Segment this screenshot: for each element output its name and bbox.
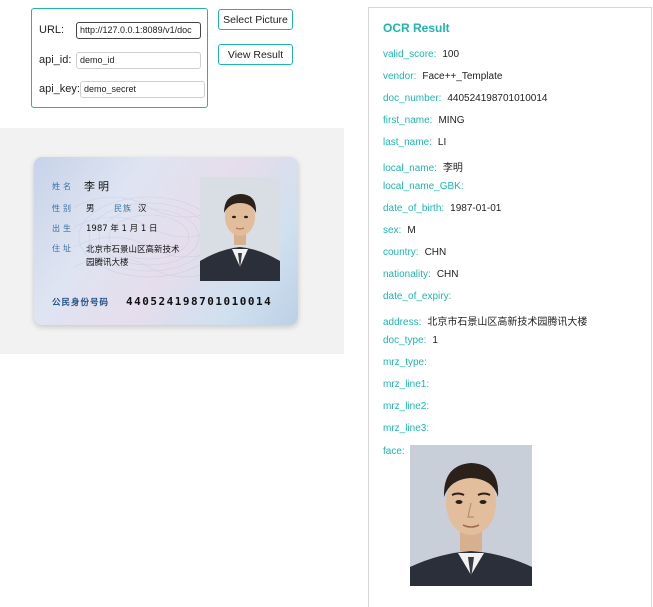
result-key: mrz_type: <box>383 357 427 368</box>
face-photo <box>410 445 532 586</box>
result-row-nationality: nationality: CHN <box>383 269 458 280</box>
result-row-doc-number: doc_number: 440524198701010014 <box>383 93 547 104</box>
result-row-local-name-gbk: local_name_GBK: <box>383 181 470 192</box>
id-card-image: 姓名 李明 性别 男 民族 汉 出生 1987 年 1 月 1 日 住址 北京市… <box>0 128 344 354</box>
card-sex-label: 性别 <box>52 204 74 213</box>
result-row-mrz-line2: mrz_line2: <box>383 401 435 412</box>
select-picture-button[interactable]: Select Picture <box>218 9 293 30</box>
result-row-first-name: first_name: MING <box>383 115 465 126</box>
result-key: mrz_line1: <box>383 379 430 390</box>
result-value: 1 <box>432 335 438 346</box>
result-key: country: <box>383 247 419 258</box>
result-key: date_of_expiry: <box>383 291 452 302</box>
result-key: local_name: <box>383 163 437 174</box>
card-birth-value: 1987 年 1 月 1 日 <box>86 224 158 234</box>
result-value: 北京市石景山区高新技术园腾讯大楼 <box>427 317 588 328</box>
api-key-label: api_key: <box>39 83 80 95</box>
result-key: address: <box>383 317 422 328</box>
card-address-line2: 园腾讯大楼 <box>86 258 129 268</box>
card-ethnic-value: 汉 <box>138 204 147 214</box>
result-value: LI <box>437 137 447 148</box>
api-key-input[interactable] <box>79 80 205 98</box>
result-value: 1987-01-01 <box>450 203 502 214</box>
result-row-valid-score: valid_score: 100 <box>383 49 459 60</box>
card-ethnic-label: 民族 <box>114 204 132 213</box>
result-row-mrz-line1: mrz_line1: <box>383 379 435 390</box>
result-key: nationality: <box>383 269 431 280</box>
card-address-line1: 北京市石景山区高新技术 <box>86 245 180 255</box>
card-birth-label: 出生 <box>52 224 74 233</box>
result-key: mrz_line2: <box>383 401 430 412</box>
result-row-face: face: <box>383 446 411 457</box>
api-config-panel: URL: api_id: api_key: <box>31 8 208 108</box>
result-value: MING <box>438 115 465 126</box>
result-row-address: address: 北京市石景山区高新技术园腾讯大楼 <box>383 313 587 328</box>
result-value: M <box>407 225 416 236</box>
api-key-row: api_key: <box>39 80 205 98</box>
result-row-vendor: vendor: Face++_Template <box>383 71 502 82</box>
result-key: first_name: <box>383 115 433 126</box>
result-key: mrz_line3: <box>383 423 430 434</box>
result-key: valid_score: <box>383 49 437 60</box>
result-key: sex: <box>383 225 402 236</box>
card-sex-value: 男 <box>86 204 95 214</box>
api-id-row: api_id: <box>39 51 201 69</box>
result-row-country: country: CHN <box>383 247 446 258</box>
result-value: CHN <box>424 247 447 258</box>
card-name-label: 姓名 <box>52 182 74 191</box>
result-value: CHN <box>436 269 459 280</box>
card-portrait-photo <box>200 177 280 281</box>
api-id-input[interactable] <box>76 51 201 69</box>
result-row-doc-type: doc_type: 1 <box>383 335 438 346</box>
result-row-last-name: last_name: LI <box>383 137 446 148</box>
result-key: last_name: <box>383 137 432 148</box>
view-result-button[interactable]: View Result <box>218 44 293 65</box>
result-key: vendor: <box>383 71 417 82</box>
url-input[interactable] <box>76 21 201 39</box>
result-key: face: <box>383 446 405 457</box>
result-key: doc_number: <box>383 93 442 104</box>
result-key: date_of_birth: <box>383 203 445 214</box>
ocr-result-title: OCR Result <box>383 21 450 35</box>
result-row-date-of-expiry: date_of_expiry: <box>383 291 457 302</box>
id-card: 姓名 李明 性别 男 民族 汉 出生 1987 年 1 月 1 日 住址 北京市… <box>34 157 298 325</box>
result-value: Face++_Template <box>422 71 503 82</box>
api-id-label: api_id: <box>39 54 72 66</box>
card-number-label: 公民身份号码 <box>52 298 110 308</box>
result-row-local-name: local_name: 李明 <box>383 159 463 174</box>
result-row-date-of-birth: date_of_birth: 1987-01-01 <box>383 203 501 214</box>
card-address-label: 住址 <box>52 244 74 253</box>
result-row-sex: sex: M <box>383 225 416 236</box>
result-key: local_name_GBK: <box>383 181 464 192</box>
result-value: 100 <box>442 49 460 60</box>
card-number-value: 440524198701010014 <box>126 295 273 308</box>
result-key: doc_type: <box>383 335 427 346</box>
url-label: URL: <box>39 24 65 36</box>
card-name-value: 李明 <box>84 180 112 193</box>
result-row-mrz-type: mrz_type: <box>383 357 433 368</box>
url-row: URL: <box>39 21 201 39</box>
result-value: 440524198701010014 <box>447 93 548 104</box>
result-row-mrz-line3: mrz_line3: <box>383 423 435 434</box>
result-value: 李明 <box>442 163 463 174</box>
